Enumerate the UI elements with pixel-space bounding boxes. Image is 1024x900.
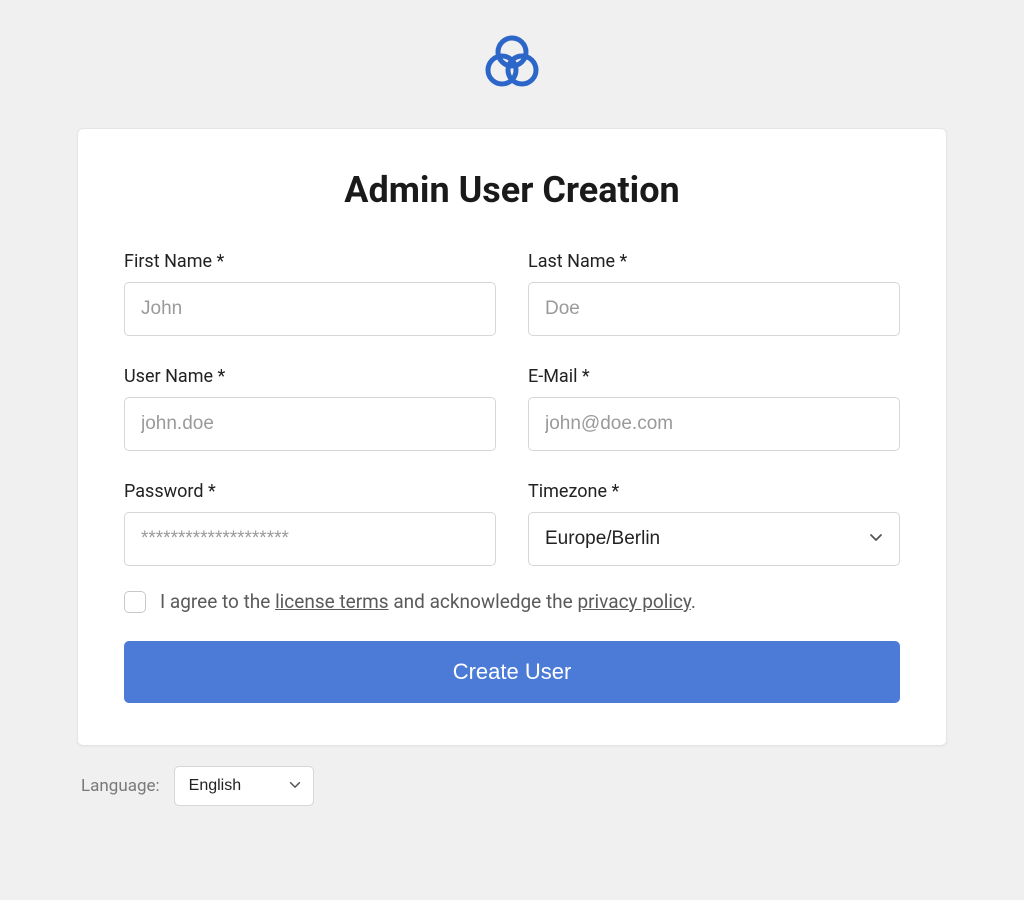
last-name-input[interactable] xyxy=(528,282,900,336)
license-terms-link[interactable]: license terms xyxy=(275,590,389,613)
email-input[interactable] xyxy=(528,397,900,451)
language-select[interactable]: English xyxy=(174,766,314,806)
agree-checkbox[interactable] xyxy=(124,591,146,613)
language-row: Language: English xyxy=(77,766,947,806)
email-field-group: E-Mail * xyxy=(528,366,900,451)
email-label: E-Mail * xyxy=(528,366,900,387)
agreement-row: I agree to the license terms and acknowl… xyxy=(124,590,900,613)
password-label: Password * xyxy=(124,481,496,502)
page-title: Admin User Creation xyxy=(124,169,900,211)
password-field-group: Password * xyxy=(124,481,496,566)
create-user-button[interactable]: Create User xyxy=(124,641,900,703)
agree-suffix: . xyxy=(691,590,696,613)
language-label: Language: xyxy=(81,776,160,796)
app-logo-icon xyxy=(476,28,548,104)
first-name-field-group: First Name * xyxy=(124,251,496,336)
first-name-input[interactable] xyxy=(124,282,496,336)
user-creation-card: Admin User Creation First Name * Last Na… xyxy=(77,128,947,746)
privacy-policy-link[interactable]: privacy policy xyxy=(577,590,690,613)
timezone-label: Timezone * xyxy=(528,481,900,502)
last-name-field-group: Last Name * xyxy=(528,251,900,336)
password-input[interactable] xyxy=(124,512,496,566)
first-name-label: First Name * xyxy=(124,251,496,272)
user-name-label: User Name * xyxy=(124,366,496,387)
agree-middle: and acknowledge the xyxy=(389,590,578,613)
form-grid: First Name * Last Name * User Name * E-M… xyxy=(124,251,900,566)
agreement-text: I agree to the license terms and acknowl… xyxy=(160,590,696,613)
user-name-input[interactable] xyxy=(124,397,496,451)
user-name-field-group: User Name * xyxy=(124,366,496,451)
timezone-field-group: Timezone * Europe/Berlin xyxy=(528,481,900,566)
agree-prefix: I agree to the xyxy=(160,590,275,613)
last-name-label: Last Name * xyxy=(528,251,900,272)
timezone-select[interactable]: Europe/Berlin xyxy=(528,512,900,566)
